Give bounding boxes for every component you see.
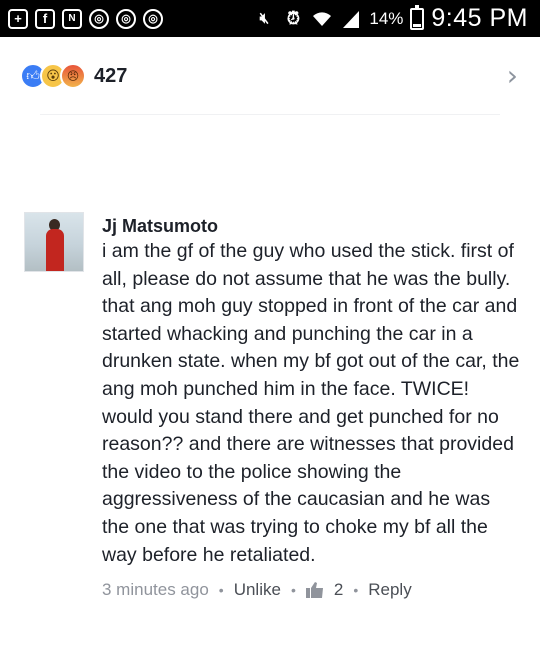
angry-reaction-icon: 😠︎ <box>60 63 86 89</box>
instagram-icon: ◎ <box>143 8 163 29</box>
plus-icon: + <box>8 8 28 29</box>
unlike-button[interactable]: Unlike <box>234 580 281 600</box>
battery-percent: 14% <box>369 8 404 28</box>
reply-button[interactable]: Reply <box>368 580 411 600</box>
instagram-icon: ◎ <box>89 8 109 29</box>
comment-body: Jj Matsumoto i am the gf of the guy who … <box>102 215 522 600</box>
separator-dot: • <box>353 582 359 599</box>
divider <box>40 114 500 115</box>
comment-text: i am the gf of the guy who used the stic… <box>102 240 520 566</box>
comment-author[interactable]: Jj Matsumoto <box>102 215 522 237</box>
reactions-card: 👍︎ 😮︎ 😠︎ 427 › Jj Matsumoto i am the gf … <box>0 37 540 656</box>
avatar[interactable] <box>24 212 84 272</box>
chevron-right-icon[interactable]: › <box>507 59 518 92</box>
instagram-icon: ◎ <box>116 8 136 29</box>
avatar-figure-body <box>46 229 64 271</box>
like-count[interactable]: 2 <box>334 580 343 600</box>
alarm-icon: ⏰︎ <box>286 8 300 28</box>
mute-icon: 🔇︎ <box>259 10 270 27</box>
status-bar: + f N ◎ ◎ ◎ 🔇︎ ⏰︎ 14% 9:45 PM <box>0 0 540 37</box>
status-bar-left: + f N ◎ ◎ ◎ <box>8 8 163 29</box>
comment-timestamp: 3 minutes ago <box>102 580 209 600</box>
separator-dot: • <box>290 582 296 599</box>
reactions-summary[interactable]: 👍︎ 😮︎ 😠︎ 427 <box>20 63 127 89</box>
clock: 9:45 PM <box>431 4 528 32</box>
like-count-icon <box>305 582 324 599</box>
wifi-icon <box>311 8 333 30</box>
nfc-icon: N <box>62 8 82 29</box>
signal-icon <box>340 8 362 30</box>
status-bar-right: 🔇︎ ⏰︎ 14% 9:45 PM <box>253 4 528 33</box>
separator-dot: • <box>218 582 224 599</box>
reaction-count: 427 <box>94 64 128 87</box>
comment-actions: 3 minutes ago • Unlike • 2 • Reply <box>102 580 522 600</box>
battery-icon <box>410 4 425 30</box>
facebook-icon: f <box>35 8 55 29</box>
